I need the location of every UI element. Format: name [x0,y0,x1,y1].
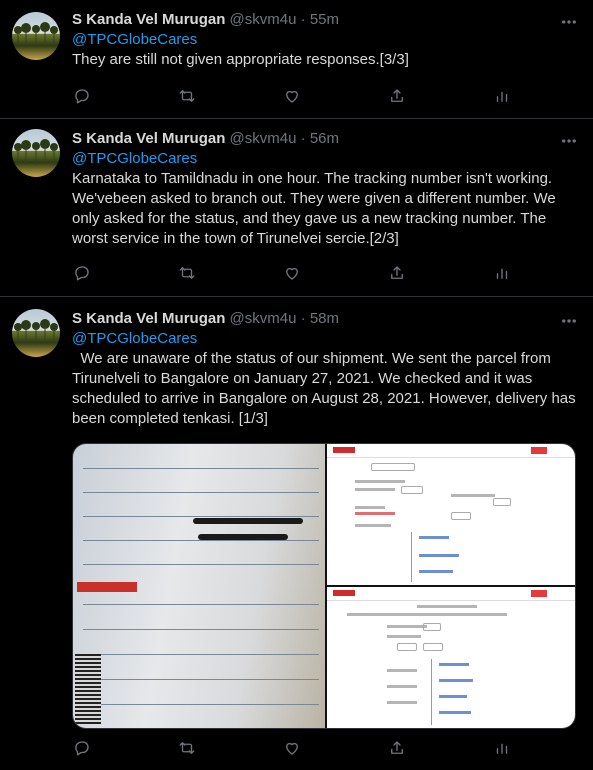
author-handle[interactable]: @skvm4u [230,11,297,28]
tweet-media-grid[interactable] [72,443,576,729]
tracking-screenshot-2[interactable] [327,587,575,728]
author-name[interactable]: S Kanda Vel Murugan [72,310,225,327]
palm-trees-image [14,319,58,345]
tweet-2[interactable]: S Kanda Vel Murugan @skvm4u · 56m @TPCGl… [0,119,593,297]
mention-link[interactable]: @TPCGlobeCares [72,30,581,50]
like-icon[interactable] [282,263,302,283]
reply-icon[interactable] [72,738,92,758]
tweet-header: S Kanda Vel Murugan @skvm4u · 56m [72,129,581,149]
share-icon[interactable] [387,263,407,283]
more-icon[interactable] [559,12,579,32]
tweet-header: S Kanda Vel Murugan @skvm4u · 55m [72,10,581,30]
tweet-header: S Kanda Vel Murugan @skvm4u · 58m [72,309,581,329]
reply-icon[interactable] [72,263,92,283]
mention-link[interactable]: @TPCGlobeCares [72,149,581,169]
like-icon[interactable] [282,86,302,106]
analytics-icon[interactable] [492,738,512,758]
author-handle[interactable]: @skvm4u [230,130,297,147]
tweet-actions [72,86,512,106]
tweet-1[interactable]: S Kanda Vel Murugan @skvm4u · 55m @TPCGl… [0,0,593,119]
tweet-text: Karnataka to Tamildnadu in one hour. The… [72,170,560,247]
tracking-screenshot-1[interactable] [327,444,575,585]
retweet-icon[interactable] [177,263,197,283]
share-icon[interactable] [387,738,407,758]
more-icon[interactable] [559,311,579,331]
separator-dot: · [300,11,306,28]
tweet-text: We are unaware of the status of our ship… [72,350,580,427]
avatar[interactable] [12,309,60,357]
author-handle[interactable]: @skvm4u [230,310,297,327]
analytics-icon[interactable] [492,86,512,106]
separator-dot: · [300,130,306,147]
more-icon[interactable] [559,131,579,151]
like-icon[interactable] [282,738,302,758]
tweet-time[interactable]: 56m [310,130,339,147]
retweet-icon[interactable] [177,738,197,758]
tweet-actions [72,738,512,758]
tweet-text: They are still not given appropriate res… [72,51,409,68]
retweet-icon[interactable] [177,86,197,106]
avatar[interactable] [12,129,60,177]
tweet-time[interactable]: 55m [310,11,339,28]
palm-trees-image [14,139,58,165]
receipt-photo[interactable] [73,444,325,728]
tweet-time[interactable]: 58m [310,310,339,327]
palm-trees-image [14,22,58,48]
author-name[interactable]: S Kanda Vel Murugan [72,130,225,147]
share-icon[interactable] [387,86,407,106]
reply-icon[interactable] [72,86,92,106]
separator-dot: · [300,310,306,327]
mention-link[interactable]: @TPCGlobeCares [72,329,581,349]
avatar[interactable] [12,12,60,60]
tweet-actions [72,263,512,283]
author-name[interactable]: S Kanda Vel Murugan [72,11,225,28]
analytics-icon[interactable] [492,263,512,283]
